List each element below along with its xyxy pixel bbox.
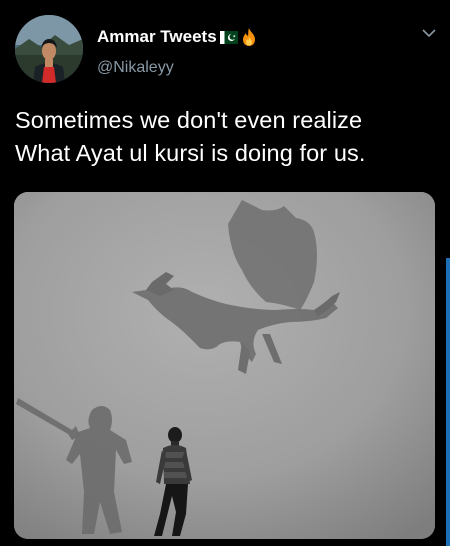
scrollbar-thumb[interactable]: [446, 258, 450, 546]
tweet-media-photo[interactable]: [14, 192, 435, 539]
tweet-card[interactable]: Ammar Tweets @Nikaleyy Sometimes we don'…: [0, 0, 450, 546]
tweet-text: Sometimes we don't even realize What Aya…: [15, 104, 440, 170]
tweet-text-line: Sometimes we don't even realize: [15, 107, 363, 133]
tweet-text-line: What Ayat ul kursi is doing for us.: [15, 140, 366, 166]
pakistan-flag-icon: [219, 30, 238, 44]
photo-illustration: [14, 192, 435, 539]
display-name[interactable]: Ammar Tweets: [97, 27, 217, 47]
chevron-down-icon[interactable]: [422, 28, 436, 38]
fire-icon: [242, 28, 255, 46]
user-handle[interactable]: @Nikaleyy: [97, 59, 174, 77]
name-row: Ammar Tweets: [97, 26, 258, 48]
avatar-image: [15, 15, 83, 83]
avatar[interactable]: [15, 15, 83, 83]
